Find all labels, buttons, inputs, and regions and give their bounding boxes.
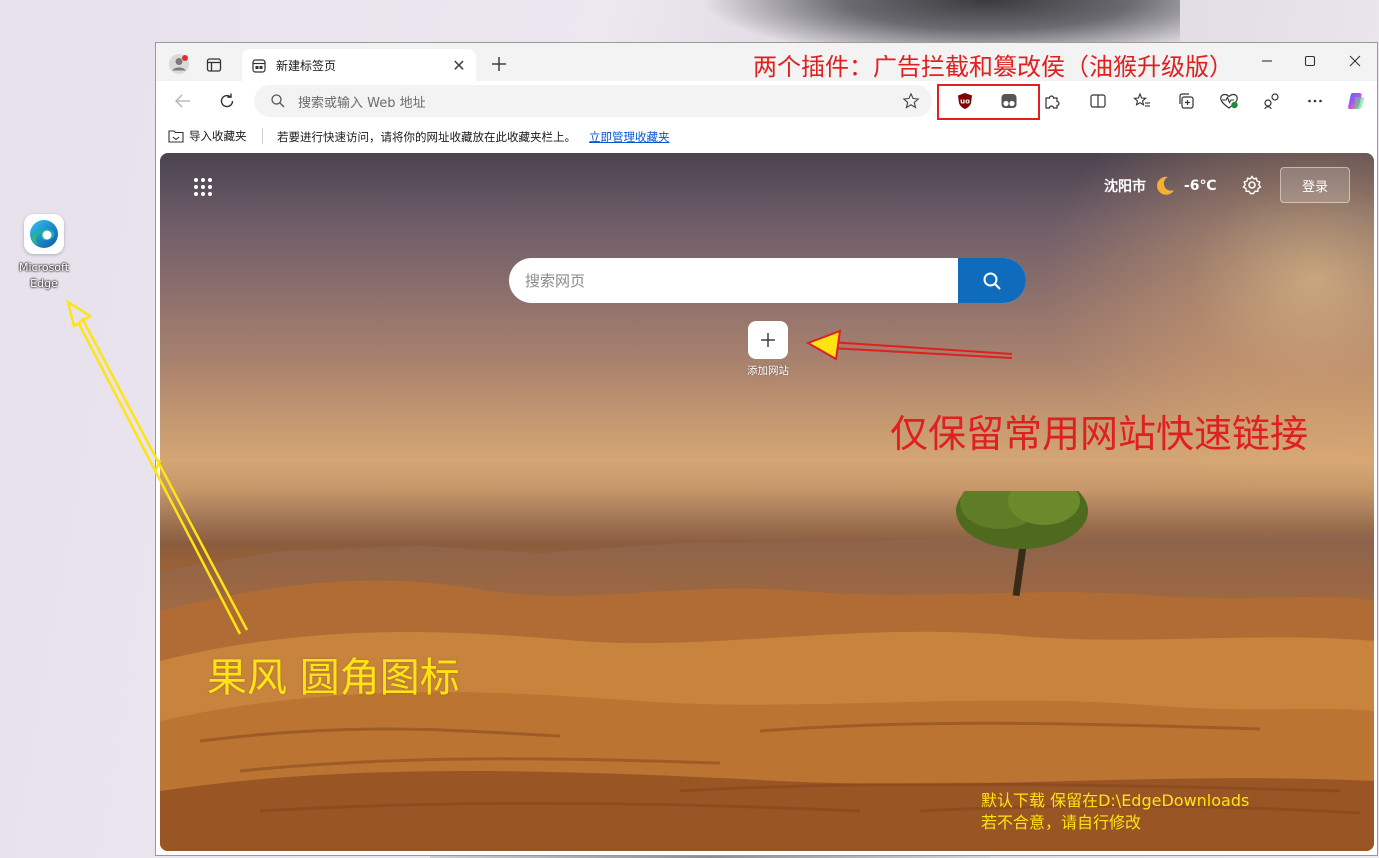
favorites-hint: 若要进行快速访问，请将你的网址收藏放在此收藏夹栏上。: [277, 130, 576, 144]
copilot-icon: [1348, 93, 1364, 109]
browser-window: 新建标签页 ✕ 两个插件：广告拦截和篡改侯（油猴升级版） 搜索或输入 Web 地…: [155, 42, 1378, 856]
web-search-button[interactable]: [958, 258, 1026, 303]
address-bar[interactable]: 搜索或输入 Web 地址: [254, 85, 932, 117]
annotation-extensions-highlight: [937, 84, 1040, 120]
weather-temperature: -6℃: [1184, 178, 1217, 194]
annotation-download-line1: 默认下载 保留在D:\EdgeDownloads: [981, 791, 1250, 810]
desktop-shortcut-edge[interactable]: Microsoft Edge: [10, 214, 78, 292]
tab-actions-button[interactable]: [204, 55, 224, 75]
close-window-button[interactable]: [1344, 51, 1366, 73]
favorites-bar: 导入收藏夹 若要进行快速访问，请将你的网址收藏放在此收藏夹栏上。 立即管理收藏夹: [156, 121, 1377, 151]
split-screen-icon: [1090, 94, 1106, 108]
new-tab-page-icon: [252, 58, 266, 73]
annotation-quicklinks-note: 仅保留常用网站快速链接: [890, 412, 1309, 456]
background-glow: [1020, 153, 1374, 513]
search-icon: [271, 94, 285, 108]
add-site-tile[interactable]: 添加网站: [738, 321, 798, 378]
browser-essentials-button[interactable]: [1218, 90, 1240, 112]
new-tab-button[interactable]: [488, 53, 510, 75]
tampermonkey-button[interactable]: [998, 90, 1020, 112]
collections-button[interactable]: [1175, 90, 1197, 112]
desktop-icon-label-line2: Edge: [30, 277, 58, 290]
annotation-download-line2: 若不合意，请自行修改: [981, 813, 1142, 832]
svg-text:uo: uo: [960, 98, 970, 106]
folder-import-icon: [168, 130, 184, 143]
split-screen-button[interactable]: [1087, 90, 1109, 112]
maximize-button[interactable]: [1299, 51, 1321, 73]
ublock-origin-icon: uo: [958, 93, 972, 109]
import-favorites-label: 导入收藏夹: [189, 129, 247, 143]
favorite-star-icon[interactable]: [902, 92, 920, 110]
minimize-button[interactable]: [1256, 51, 1278, 73]
back-button[interactable]: [171, 89, 195, 113]
gear-icon[interactable]: [1242, 175, 1262, 195]
add-site-label: 添加网站: [747, 365, 789, 377]
puzzle-icon: [1045, 95, 1060, 109]
annotation-icon-note: 果风 圆角图标: [207, 655, 460, 701]
add-site-icon: [748, 321, 788, 359]
tampermonkey-icon: [1001, 94, 1017, 108]
web-search-input[interactable]: [509, 258, 958, 303]
refresh-button[interactable]: [215, 89, 239, 113]
favorites-button[interactable]: [1131, 90, 1153, 112]
title-bar: 新建标签页 ✕ 两个插件：广告拦截和篡改侯（油猴升级版）: [156, 43, 1377, 82]
plus-icon: [492, 57, 506, 71]
extensions-button[interactable]: [1041, 90, 1063, 112]
edge-logo-icon: [24, 214, 64, 254]
maximize-icon: [1304, 55, 1316, 67]
import-favorites-button[interactable]: 导入收藏夹: [168, 128, 247, 144]
favorites-list-icon: [1133, 92, 1150, 107]
favorites-divider: [262, 128, 263, 144]
weather-widget[interactable]: 沈阳市 -6℃: [1104, 175, 1217, 197]
tab-close-icon[interactable]: ✕: [450, 56, 468, 75]
address-placeholder: 搜索或输入 Web 地址: [298, 95, 426, 111]
search-icon: [983, 272, 1001, 290]
web-search-box: [509, 258, 1026, 303]
weather-city: 沈阳市: [1104, 179, 1146, 195]
profile-button[interactable]: [168, 53, 190, 75]
moon-icon: [1157, 176, 1174, 195]
plus-icon: [761, 333, 775, 347]
ublock-origin-button[interactable]: uo: [954, 90, 976, 112]
share-icon: [1264, 93, 1279, 110]
collections-icon: [1179, 93, 1194, 109]
settings-menu-button[interactable]: [1304, 90, 1326, 112]
copilot-button[interactable]: [1345, 90, 1367, 112]
profile-icon: [169, 54, 189, 74]
performance-button[interactable]: [1261, 90, 1283, 112]
browser-toolbar: 搜索或输入 Web 地址 uo: [156, 81, 1377, 121]
heart-pulse-icon: [1220, 93, 1238, 109]
tab-actions-icon: [206, 58, 222, 72]
desktop-icon-label-line1: Microsoft: [18, 261, 70, 274]
login-button[interactable]: 登录: [1280, 167, 1350, 203]
annotation-download-note: 默认下载 保留在D:\EdgeDownloads 若不合意，请自行修改: [981, 790, 1249, 834]
annotation-extensions-note: 两个插件：广告拦截和篡改侯（油猴升级版）: [753, 53, 1233, 81]
tab-title: 新建标签页: [276, 59, 337, 73]
close-icon: [1349, 55, 1361, 67]
new-tab-page: 沈阳市 -6℃ 登录 搜索网页 添加网站 仅保留常用网站快速链接 默认下载 保留…: [160, 153, 1374, 851]
refresh-icon: [220, 93, 234, 108]
more-dots-icon: [1308, 99, 1322, 103]
tab-new-tab[interactable]: 新建标签页 ✕: [242, 49, 476, 82]
apps-grid-icon[interactable]: [193, 177, 213, 197]
minimize-icon: [1262, 60, 1272, 62]
back-arrow-icon: [175, 94, 190, 108]
manage-favorites-link[interactable]: 立即管理收藏夹: [589, 129, 670, 145]
